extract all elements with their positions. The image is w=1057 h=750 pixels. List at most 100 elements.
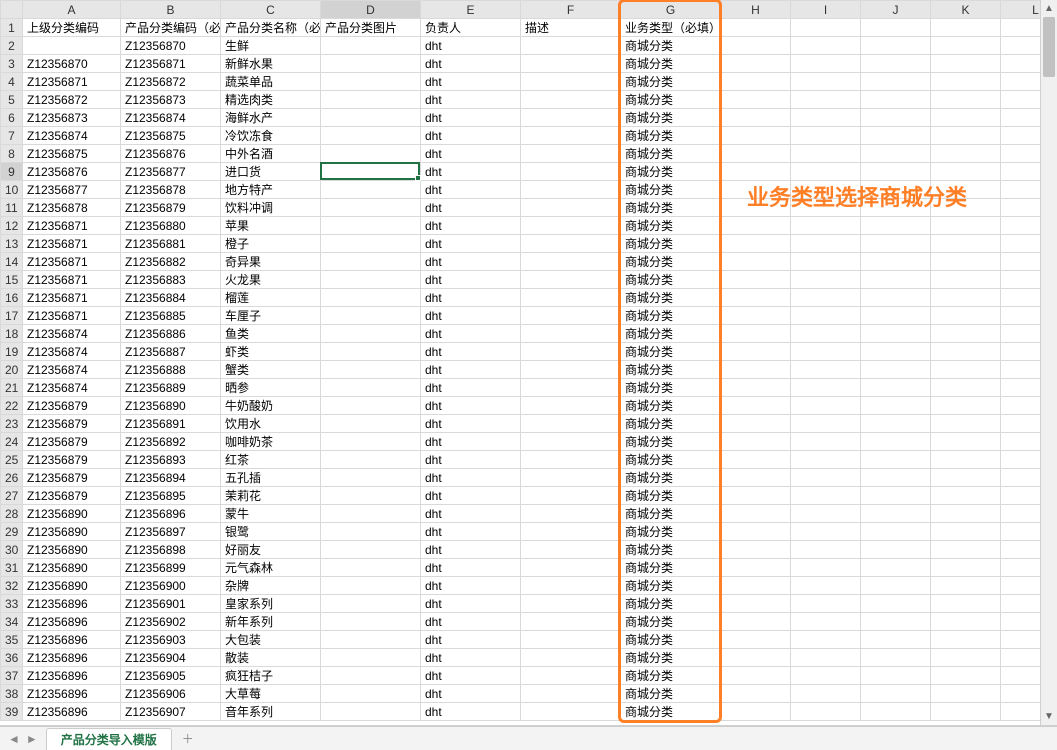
cell-C37[interactable]: 疯狂桔子 [221,667,321,685]
cell-E26[interactable]: dht [421,469,521,487]
cell-I26[interactable] [791,469,861,487]
cell-A19[interactable]: Z12356874 [23,343,121,361]
cell-J9[interactable] [861,163,931,181]
cell-G30[interactable]: 商城分类 [621,541,721,559]
row-header-38[interactable]: 38 [1,685,23,703]
col-header-H[interactable]: H [721,1,791,19]
cell-D10[interactable] [321,181,421,199]
cell-G12[interactable]: 商城分类 [621,217,721,235]
cell-B17[interactable]: Z12356885 [121,307,221,325]
cell-K17[interactable] [931,307,1001,325]
cell-H12[interactable] [721,217,791,235]
cell-H21[interactable] [721,379,791,397]
cell-B39[interactable]: Z12356907 [121,703,221,721]
cell-K19[interactable] [931,343,1001,361]
cell-C26[interactable]: 五孔插 [221,469,321,487]
cell-K37[interactable] [931,667,1001,685]
cell-A34[interactable]: Z12356896 [23,613,121,631]
cell-H36[interactable] [721,649,791,667]
cell-A1[interactable]: 上级分类编码 [23,19,121,37]
cell-H1[interactable] [721,19,791,37]
col-header-B[interactable]: B [121,1,221,19]
cell-C32[interactable]: 杂牌 [221,577,321,595]
row-header-37[interactable]: 37 [1,667,23,685]
cell-G37[interactable]: 商城分类 [621,667,721,685]
cell-H27[interactable] [721,487,791,505]
cell-J7[interactable] [861,127,931,145]
col-header-I[interactable]: I [791,1,861,19]
cell-G38[interactable]: 商城分类 [621,685,721,703]
cell-I16[interactable] [791,289,861,307]
cell-H7[interactable] [721,127,791,145]
cell-A29[interactable]: Z12356890 [23,523,121,541]
cell-F35[interactable] [521,631,621,649]
row-header-25[interactable]: 25 [1,451,23,469]
cell-K6[interactable] [931,109,1001,127]
row-header-18[interactable]: 18 [1,325,23,343]
cell-B20[interactable]: Z12356888 [121,361,221,379]
cell-E32[interactable]: dht [421,577,521,595]
row-header-12[interactable]: 12 [1,217,23,235]
cell-E30[interactable]: dht [421,541,521,559]
cell-E29[interactable]: dht [421,523,521,541]
cell-A36[interactable]: Z12356896 [23,649,121,667]
cell-E37[interactable]: dht [421,667,521,685]
cell-G27[interactable]: 商城分类 [621,487,721,505]
cell-K32[interactable] [931,577,1001,595]
cell-H4[interactable] [721,73,791,91]
cell-I21[interactable] [791,379,861,397]
cell-E15[interactable]: dht [421,271,521,289]
cell-C10[interactable]: 地方特产 [221,181,321,199]
cell-I2[interactable] [791,37,861,55]
cell-F10[interactable] [521,181,621,199]
cell-I33[interactable] [791,595,861,613]
cell-C2[interactable]: 生鲜 [221,37,321,55]
cell-D25[interactable] [321,451,421,469]
row-header-28[interactable]: 28 [1,505,23,523]
col-header-C[interactable]: C [221,1,321,19]
cell-B25[interactable]: Z12356893 [121,451,221,469]
cell-B14[interactable]: Z12356882 [121,253,221,271]
cell-B3[interactable]: Z12356871 [121,55,221,73]
cell-A18[interactable]: Z12356874 [23,325,121,343]
cell-J24[interactable] [861,433,931,451]
row-header-31[interactable]: 31 [1,559,23,577]
cell-K3[interactable] [931,55,1001,73]
row-header-30[interactable]: 30 [1,541,23,559]
cell-I37[interactable] [791,667,861,685]
cell-E33[interactable]: dht [421,595,521,613]
cell-E1[interactable]: 负责人 [421,19,521,37]
cell-G39[interactable]: 商城分类 [621,703,721,721]
cell-G10[interactable]: 商城分类 [621,181,721,199]
cell-G13[interactable]: 商城分类 [621,235,721,253]
cell-I3[interactable] [791,55,861,73]
cell-K29[interactable] [931,523,1001,541]
cell-H37[interactable] [721,667,791,685]
row-header-2[interactable]: 2 [1,37,23,55]
cell-I39[interactable] [791,703,861,721]
spreadsheet-area[interactable]: ABCDEFGHIJKL1上级分类编码产品分类编码（必填产品分类名称（必填产品分… [0,0,1057,726]
cell-F23[interactable] [521,415,621,433]
cell-K33[interactable] [931,595,1001,613]
grid[interactable]: ABCDEFGHIJKL1上级分类编码产品分类编码（必填产品分类名称（必填产品分… [0,0,1057,721]
row-header-39[interactable]: 39 [1,703,23,721]
cell-B11[interactable]: Z12356879 [121,199,221,217]
cell-C22[interactable]: 牛奶酸奶 [221,397,321,415]
row-header-33[interactable]: 33 [1,595,23,613]
cell-A4[interactable]: Z12356871 [23,73,121,91]
col-header-J[interactable]: J [861,1,931,19]
cell-A30[interactable]: Z12356890 [23,541,121,559]
cell-G26[interactable]: 商城分类 [621,469,721,487]
cell-D6[interactable] [321,109,421,127]
cell-H39[interactable] [721,703,791,721]
cell-G35[interactable]: 商城分类 [621,631,721,649]
add-sheet-button[interactable]: ＋ [178,729,198,749]
cell-G2[interactable]: 商城分类 [621,37,721,55]
cell-J15[interactable] [861,271,931,289]
cell-E18[interactable]: dht [421,325,521,343]
cell-A17[interactable]: Z12356871 [23,307,121,325]
cell-J25[interactable] [861,451,931,469]
cell-K35[interactable] [931,631,1001,649]
cell-C8[interactable]: 中外名酒 [221,145,321,163]
cell-C28[interactable]: 蒙牛 [221,505,321,523]
